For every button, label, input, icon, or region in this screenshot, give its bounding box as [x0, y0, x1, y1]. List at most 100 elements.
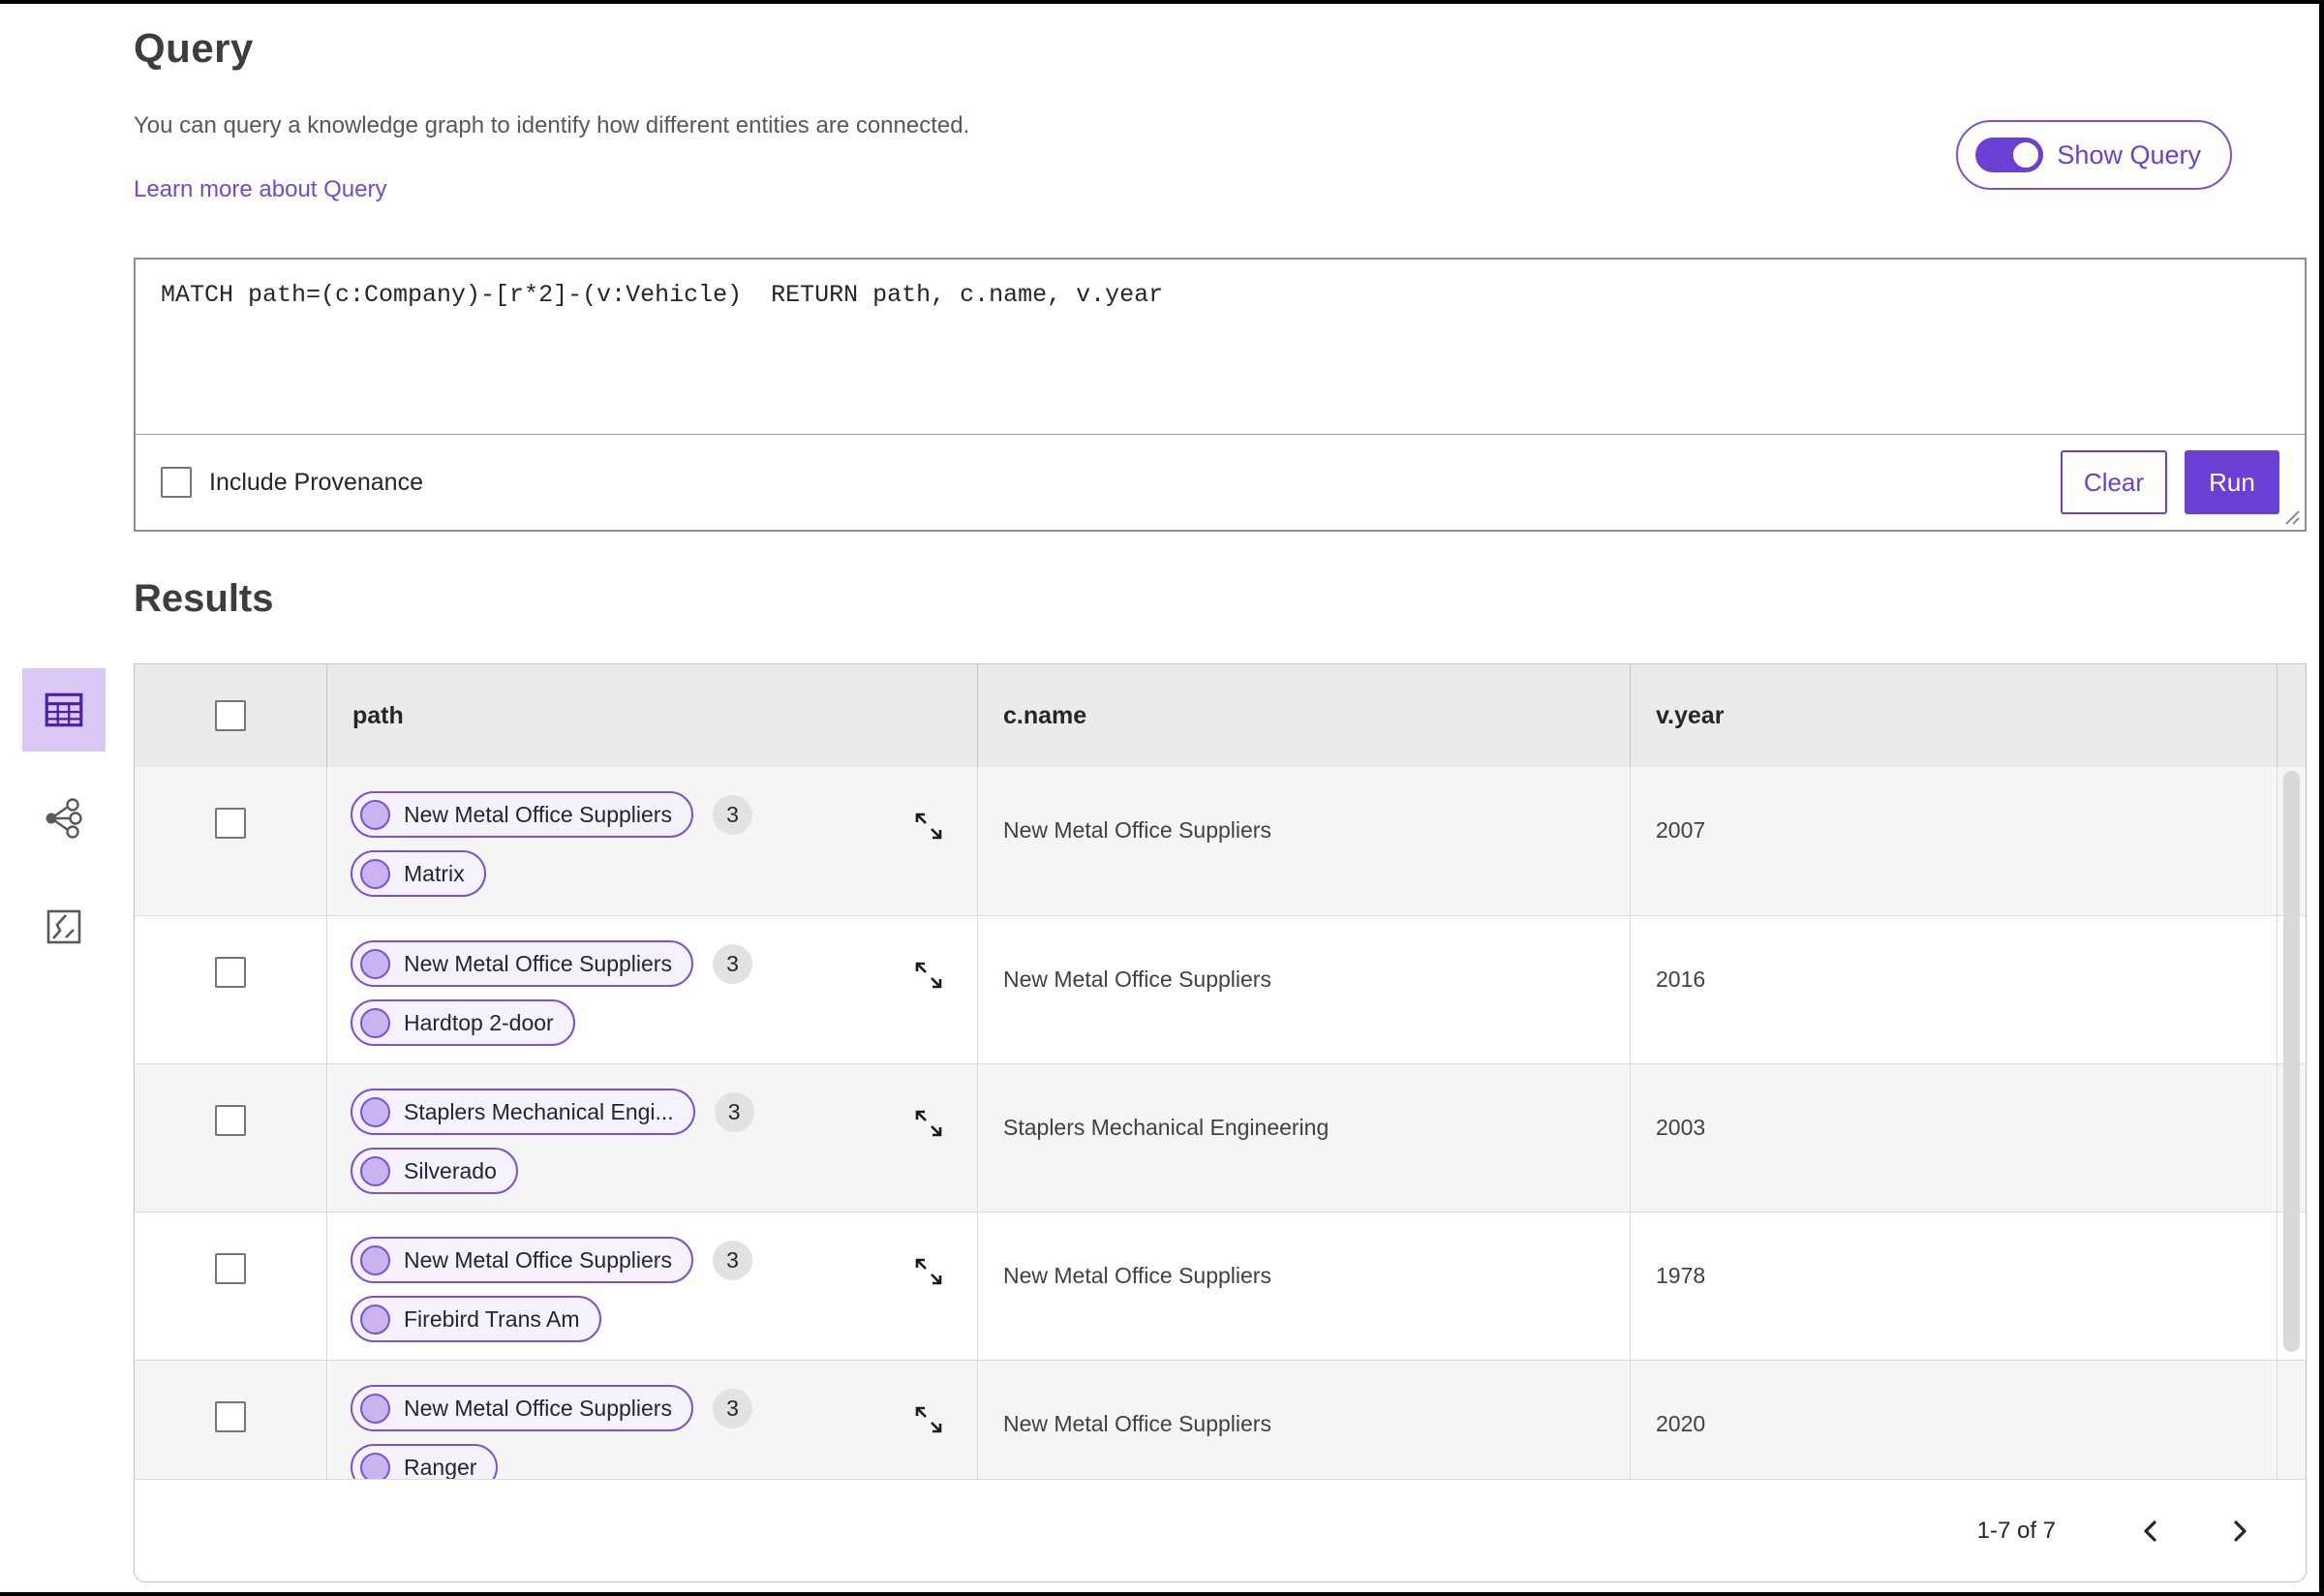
expand-path-icon[interactable] [906, 1249, 951, 1294]
path-count-badge: 3 [712, 1388, 752, 1428]
path-vehicle-pill[interactable]: Silverado [351, 1148, 518, 1194]
next-page-button[interactable] [2220, 1512, 2259, 1550]
path-cell: Staplers Mechanical Engi... 3 Silverado [327, 1064, 978, 1212]
path-count-badge: 3 [712, 943, 752, 984]
path-vehicle-label: Hardtop 2-door [404, 1009, 554, 1035]
table-row: New Metal Office Suppliers 3 Firebird Tr… [135, 1212, 2306, 1360]
cname-cell: New Metal Office Suppliers [978, 1212, 1631, 1360]
previous-page-button[interactable] [2131, 1512, 2170, 1550]
node-circle-icon [360, 799, 390, 830]
graph-network-icon [46, 798, 82, 839]
path-company-pill[interactable]: Staplers Mechanical Engi... [351, 1089, 695, 1135]
row-checkbox[interactable] [215, 1253, 246, 1284]
path-count-badge: 3 [712, 1240, 752, 1280]
path-company-label: New Metal Office Suppliers [404, 1246, 672, 1273]
row-checkbox[interactable] [215, 808, 246, 839]
row-checkbox[interactable] [215, 1105, 246, 1136]
cname-cell: New Metal Office Suppliers [978, 916, 1631, 1063]
path-cell: New Metal Office Suppliers 3 Ranger [327, 1361, 978, 1479]
vyear-cell: 2016 [1631, 916, 2278, 1063]
path-company-pill[interactable]: New Metal Office Suppliers [351, 1237, 693, 1283]
node-circle-icon [360, 1244, 390, 1275]
column-header-cname[interactable]: c.name [978, 702, 1086, 730]
path-vehicle-pill[interactable]: Firebird Trans Am [351, 1296, 601, 1342]
table-view-button[interactable] [22, 668, 106, 752]
path-vehicle-pill[interactable]: Matrix [351, 850, 486, 897]
column-header-vyear[interactable]: v.year [1631, 702, 1724, 730]
pagination-label: 1-7 of 7 [1976, 1517, 2056, 1544]
node-circle-icon [360, 1393, 390, 1424]
path-vehicle-pill[interactable]: Hardtop 2-door [351, 999, 575, 1046]
graph-view-button[interactable] [22, 777, 106, 860]
path-cell: New Metal Office Suppliers 3 Firebird Tr… [327, 1212, 978, 1360]
results-title: Results [134, 577, 274, 620]
vyear-cell: 2007 [1631, 767, 2278, 915]
node-circle-icon [360, 1452, 390, 1479]
map-view-button[interactable] [22, 885, 106, 968]
page-title: Query [134, 25, 254, 71]
path-vehicle-pill[interactable]: Ranger [351, 1444, 499, 1480]
expand-path-icon[interactable] [906, 953, 951, 998]
expand-path-icon[interactable] [906, 1101, 951, 1146]
include-provenance-label: Include Provenance [209, 468, 423, 496]
include-provenance-checkbox[interactable] [161, 467, 192, 498]
page-description: You can query a knowledge graph to ident… [134, 112, 970, 138]
path-company-label: Staplers Mechanical Engi... [404, 1098, 674, 1124]
node-circle-icon [360, 1304, 390, 1335]
show-query-label: Show Query [2057, 139, 2201, 169]
query-page: Query You can query a knowledge graph to… [0, 0, 2324, 1596]
vyear-cell: 1978 [1631, 1212, 2278, 1360]
vyear-cell: 2020 [1631, 1361, 2278, 1479]
toggle-switch-icon [1975, 138, 2044, 172]
path-company-label: New Metal Office Suppliers [404, 950, 672, 976]
row-checkbox[interactable] [215, 957, 246, 988]
query-footer: Include Provenance Clear Run [136, 434, 2305, 530]
path-company-pill[interactable]: New Metal Office Suppliers [351, 1385, 693, 1431]
path-count-badge: 3 [714, 1091, 754, 1132]
clear-button[interactable]: Clear [2061, 450, 2167, 514]
path-company-pill[interactable]: New Metal Office Suppliers [351, 940, 693, 987]
node-circle-icon [360, 1007, 390, 1038]
row-checkbox[interactable] [215, 1401, 246, 1432]
path-vehicle-label: Ranger [404, 1454, 477, 1480]
cname-cell: New Metal Office Suppliers [978, 767, 1631, 915]
table-body: New Metal Office Suppliers 3 Matrix New … [135, 767, 2306, 1479]
learn-more-link[interactable]: Learn more about Query [134, 176, 386, 203]
chevron-right-icon [2234, 1519, 2247, 1542]
cname-cell: New Metal Office Suppliers [978, 1361, 1631, 1479]
resize-handle-icon[interactable] [2281, 506, 2301, 526]
vertical-scrollbar-thumb[interactable] [2283, 771, 2300, 1352]
expand-path-icon[interactable] [906, 1397, 951, 1442]
path-cell: New Metal Office Suppliers 3 Matrix [327, 767, 978, 915]
column-header-path[interactable]: path [327, 702, 404, 730]
map-route-icon [46, 909, 81, 944]
path-company-label: New Metal Office Suppliers [404, 801, 672, 827]
path-count-badge: 3 [712, 794, 752, 835]
path-vehicle-label: Matrix [404, 860, 465, 886]
node-circle-icon [360, 1155, 390, 1186]
table-footer: 1-7 of 7 [135, 1479, 2306, 1581]
expand-path-icon[interactable] [906, 804, 951, 848]
run-button[interactable]: Run [2185, 450, 2279, 514]
path-company-label: New Metal Office Suppliers [404, 1395, 672, 1421]
path-cell: New Metal Office Suppliers 3 Hardtop 2-d… [327, 916, 978, 1063]
table-row: New Metal Office Suppliers 3 Ranger New … [135, 1360, 2306, 1479]
node-circle-icon [360, 1096, 390, 1127]
view-switcher [22, 668, 106, 968]
table-row: New Metal Office Suppliers 3 Hardtop 2-d… [135, 915, 2306, 1063]
select-all-checkbox[interactable] [215, 700, 246, 731]
table-row: New Metal Office Suppliers 3 Matrix New … [135, 767, 2306, 915]
path-vehicle-label: Firebird Trans Am [404, 1305, 580, 1332]
chevron-left-icon [2144, 1519, 2156, 1542]
query-editor-textarea[interactable]: MATCH path=(c:Company)-[r*2]-(v:Vehicle)… [136, 260, 2305, 434]
node-circle-icon [360, 858, 390, 889]
vyear-cell: 2003 [1631, 1064, 2278, 1212]
path-vehicle-label: Silverado [404, 1157, 497, 1183]
show-query-toggle[interactable]: Show Query [1956, 120, 2232, 190]
results-table: path c.name v.year New Metal Office Supp… [134, 663, 2307, 1582]
table-header: path c.name v.year [135, 664, 2306, 767]
path-company-pill[interactable]: New Metal Office Suppliers [351, 791, 693, 838]
node-circle-icon [360, 948, 390, 979]
table-row: Staplers Mechanical Engi... 3 Silverado … [135, 1063, 2306, 1212]
cname-cell: Staplers Mechanical Engineering [978, 1064, 1631, 1212]
